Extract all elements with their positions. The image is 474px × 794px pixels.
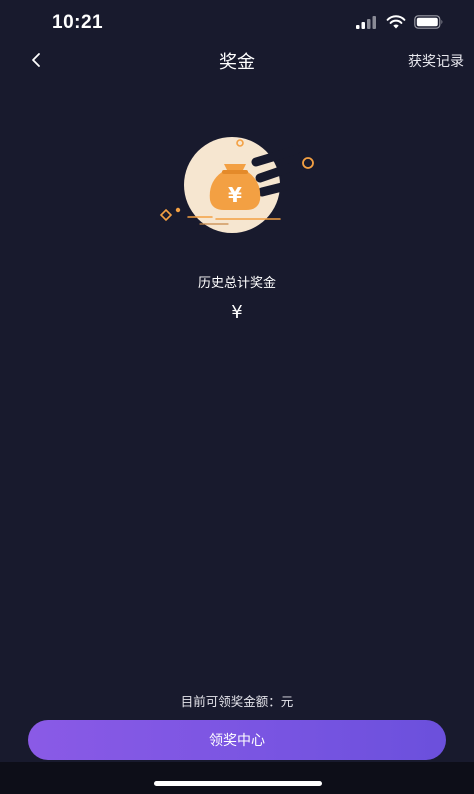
rewards-screen: 10:21 奖金 获奖记录 ¥ 历史总计奖金 ¥ 目前可领奖金额：元 领奖中心 — [0, 0, 474, 794]
page-title: 奖金 — [219, 52, 255, 73]
claimable-amount-text: 目前可领奖金额：元 — [180, 694, 294, 709]
status-icons — [356, 14, 444, 33]
status-bar: 10:21 — [0, 0, 474, 44]
total-reward-value: ¥ — [231, 302, 243, 323]
award-records-link[interactable]: 获奖记录 — [408, 51, 464, 71]
money-bag-illustration: ¥ — [150, 130, 330, 240]
claim-center-button[interactable]: 领奖中心 — [28, 720, 446, 760]
battery-icon — [414, 14, 444, 33]
home-indicator[interactable] — [154, 781, 322, 786]
claim-center-button-label: 领奖中心 — [209, 733, 265, 749]
total-reward-label: 历史总计奖金 — [197, 276, 276, 291]
cellular-signal-icon — [356, 14, 378, 33]
nav-bar: 奖金 获奖记录 — [0, 44, 474, 80]
status-time: 10:21 — [52, 12, 104, 33]
wifi-icon — [386, 14, 406, 33]
bottom-safe-area — [0, 762, 474, 794]
bag-yen-symbol: ¥ — [228, 183, 242, 207]
